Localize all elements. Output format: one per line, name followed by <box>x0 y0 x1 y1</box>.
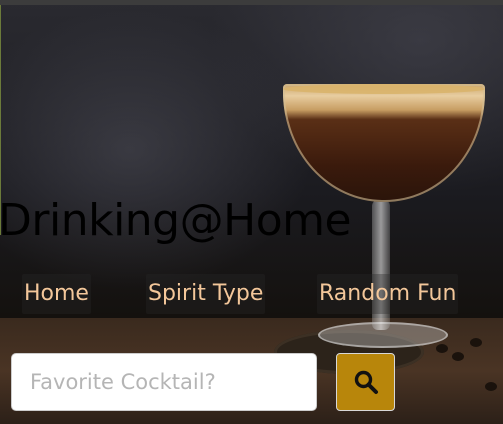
coffee-bean <box>452 352 464 361</box>
nav-home-link[interactable]: Home <box>22 274 91 314</box>
nav-random-fun-link[interactable]: Random Fun <box>317 274 459 314</box>
cocktail-glass <box>283 84 485 202</box>
coffee-bean <box>436 344 448 353</box>
top-bar <box>0 0 503 5</box>
glass-rim <box>283 84 485 94</box>
search-icon <box>354 370 378 394</box>
main-nav: Home Spirit Type Random Fun <box>0 274 503 314</box>
coffee-bean <box>470 338 482 347</box>
search-input[interactable] <box>11 353 317 411</box>
site-title: Drinking@Home <box>0 195 352 246</box>
nav-spirit-type-link[interactable]: Spirit Type <box>146 274 266 314</box>
coffee-bean <box>485 382 497 391</box>
search-button[interactable] <box>336 353 395 411</box>
